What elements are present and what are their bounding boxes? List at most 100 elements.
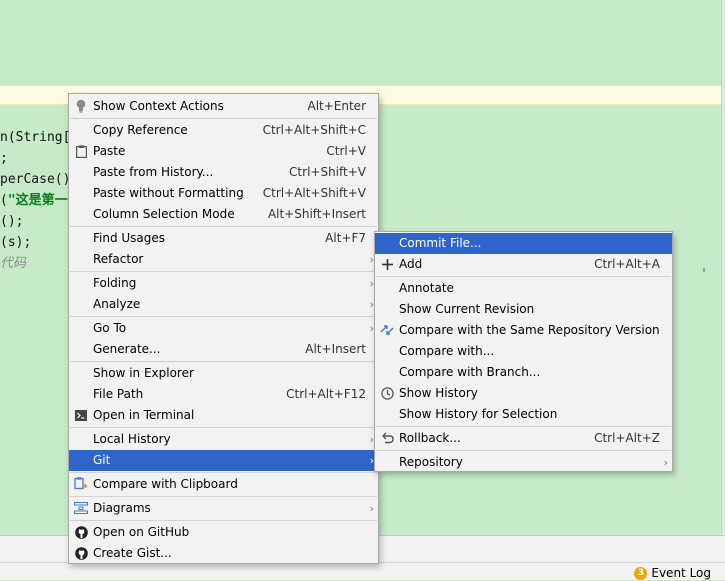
menu-item-label: Add	[399, 257, 423, 271]
menu-item-shortcut: Ctrl+Alt+Z	[594, 431, 660, 445]
event-count-badge: 3	[634, 566, 648, 580]
menu-item-compare-with[interactable]: Compare with...	[375, 341, 672, 362]
menu-item-local-history[interactable]: Local History ›	[69, 429, 378, 450]
menu-divider	[376, 276, 671, 277]
menu-item-find-usages[interactable]: Find Usages Alt+F7	[69, 228, 378, 249]
menu-item-analyze[interactable]: Analyze ›	[69, 294, 378, 315]
menu-item-shortcut: Ctrl+Alt+F12	[286, 387, 366, 401]
menu-item-label: Compare with...	[399, 344, 495, 358]
menu-item-repository[interactable]: Repository ›	[375, 452, 672, 473]
menu-item-open-in-terminal[interactable]: Open in Terminal	[69, 405, 378, 426]
menu-item-label: Generate...	[93, 342, 161, 356]
menu-item-label: Show History	[399, 386, 478, 400]
undo-icon	[380, 431, 394, 445]
menu-item-paste[interactable]: Paste Ctrl+V	[69, 141, 378, 162]
menu-item-shortcut: Ctrl+Alt+A	[594, 257, 660, 271]
code-comment-line[interactable]: 代码	[0, 254, 26, 274]
menu-item-shortcut: Ctrl+Alt+Shift+V	[262, 186, 366, 200]
compare-icon	[380, 323, 394, 337]
menu-item-refactor[interactable]: Refactor ›	[69, 249, 378, 270]
menu-item-label: File Path	[93, 387, 144, 401]
menu-item-add[interactable]: Add Ctrl+Alt+A	[375, 254, 672, 275]
menu-item-shortcut: Alt+Enter	[307, 99, 366, 113]
menu-item-label: Open on GitHub	[93, 525, 190, 539]
menu-item-label: Diagrams	[93, 501, 151, 515]
git-submenu: Commit File... Add Ctrl+Alt+A Annotate S…	[374, 231, 673, 472]
menu-item-commit-file[interactable]: Commit File...	[375, 233, 672, 254]
menu-item-label: Compare with the Same Repository Version	[399, 323, 660, 337]
menu-item-label: Annotate	[399, 281, 454, 295]
code-line[interactable]: ();	[0, 212, 23, 232]
menu-item-shortcut: Alt+F7	[325, 231, 366, 245]
chevron-right-icon: ›	[663, 456, 668, 469]
diagram-icon	[74, 501, 88, 515]
menu-item-compare-with-branch[interactable]: Compare with Branch...	[375, 362, 672, 383]
menu-item-label: Create Gist...	[93, 546, 172, 560]
editor-scrollbar[interactable]	[721, 0, 725, 535]
menu-item-file-path[interactable]: File Path Ctrl+Alt+F12	[69, 384, 378, 405]
menu-item-annotate[interactable]: Annotate	[375, 278, 672, 299]
menu-item-show-current-revision[interactable]: Show Current Revision	[375, 299, 672, 320]
code-line[interactable]: ;	[0, 149, 8, 169]
menu-item-label: Analyze	[93, 297, 141, 311]
menu-item-go-to[interactable]: Go To ›	[69, 318, 378, 339]
chevron-right-icon: ›	[369, 502, 374, 515]
menu-divider	[70, 361, 377, 362]
menu-divider	[376, 426, 671, 427]
menu-item-label: Find Usages	[93, 231, 166, 245]
code-line[interactable]: ("这是第一	[0, 191, 68, 211]
menu-item-shortcut: Alt+Insert	[305, 342, 366, 356]
code-line[interactable]: (s);	[0, 233, 31, 253]
menu-item-label: Column Selection Mode	[93, 207, 235, 221]
lightbulb-icon	[74, 99, 88, 113]
menu-item-column-selection-mode[interactable]: Column Selection Mode Alt+Shift+Insert	[69, 204, 378, 225]
menu-divider	[70, 316, 377, 317]
menu-item-paste-from-history[interactable]: Paste from History... Ctrl+Shift+V	[69, 162, 378, 183]
menu-item-compare-with-clipboard[interactable]: Compare with Clipboard	[69, 474, 378, 495]
menu-item-diagrams[interactable]: Diagrams ›	[69, 498, 378, 519]
menu-divider	[70, 271, 377, 272]
menu-item-git[interactable]: Git ›	[69, 450, 378, 471]
code-line[interactable]: perCase()	[0, 170, 70, 190]
plus-icon	[380, 257, 394, 271]
menu-item-show-context-actions[interactable]: Show Context Actions Alt+Enter	[69, 96, 378, 117]
menu-item-folding[interactable]: Folding ›	[69, 273, 378, 294]
menu-item-label: Commit File...	[399, 236, 482, 250]
menu-divider	[70, 118, 377, 119]
menu-divider	[70, 472, 377, 473]
menu-item-compare-same-repository-version[interactable]: Compare with the Same Repository Version	[375, 320, 672, 341]
menu-item-show-in-explorer[interactable]: Show in Explorer	[69, 363, 378, 384]
compare-clipboard-icon	[74, 477, 88, 491]
menu-item-paste-without-formatting[interactable]: Paste without Formatting Ctrl+Alt+Shift+…	[69, 183, 378, 204]
menu-item-label: Show Current Revision	[399, 302, 535, 316]
menu-item-shortcut: Ctrl+Alt+Shift+C	[262, 123, 366, 137]
menu-divider	[376, 450, 671, 451]
menu-item-create-gist[interactable]: Create Gist...	[69, 543, 378, 564]
terminal-icon	[74, 408, 88, 422]
menu-item-shortcut: Ctrl+Shift+V	[289, 165, 366, 179]
menu-item-show-history-for-selection[interactable]: Show History for Selection	[375, 404, 672, 425]
menu-divider	[70, 427, 377, 428]
menu-item-open-on-github[interactable]: Open on GitHub	[69, 522, 378, 543]
menu-item-label: Paste from History...	[93, 165, 214, 179]
menu-item-label: Paste	[93, 144, 126, 158]
menu-divider	[70, 496, 377, 497]
clock-icon	[380, 386, 394, 400]
menu-item-label: Compare with Branch...	[399, 365, 541, 379]
menu-item-copy-reference[interactable]: Copy Reference Ctrl+Alt+Shift+C	[69, 120, 378, 141]
menu-item-show-history[interactable]: Show History	[375, 383, 672, 404]
menu-item-label: Show in Explorer	[93, 366, 194, 380]
menu-item-label: Repository	[399, 455, 463, 469]
menu-item-label: Rollback...	[399, 431, 461, 445]
menu-item-rollback[interactable]: Rollback... Ctrl+Alt+Z	[375, 428, 672, 449]
menu-item-label: Show History for Selection	[399, 407, 558, 421]
menu-item-label: Git	[93, 453, 111, 467]
event-log-button[interactable]: 3 Event Log	[634, 565, 711, 581]
code-line[interactable]: n(String[	[0, 128, 70, 148]
menu-item-label: Refactor	[93, 252, 144, 266]
menu-item-label: Folding	[93, 276, 137, 290]
event-log-label: Event Log	[651, 566, 711, 580]
menu-item-shortcut: Ctrl+V	[326, 144, 366, 158]
error-stripe-mark	[703, 268, 705, 272]
menu-item-generate[interactable]: Generate... Alt+Insert	[69, 339, 378, 360]
